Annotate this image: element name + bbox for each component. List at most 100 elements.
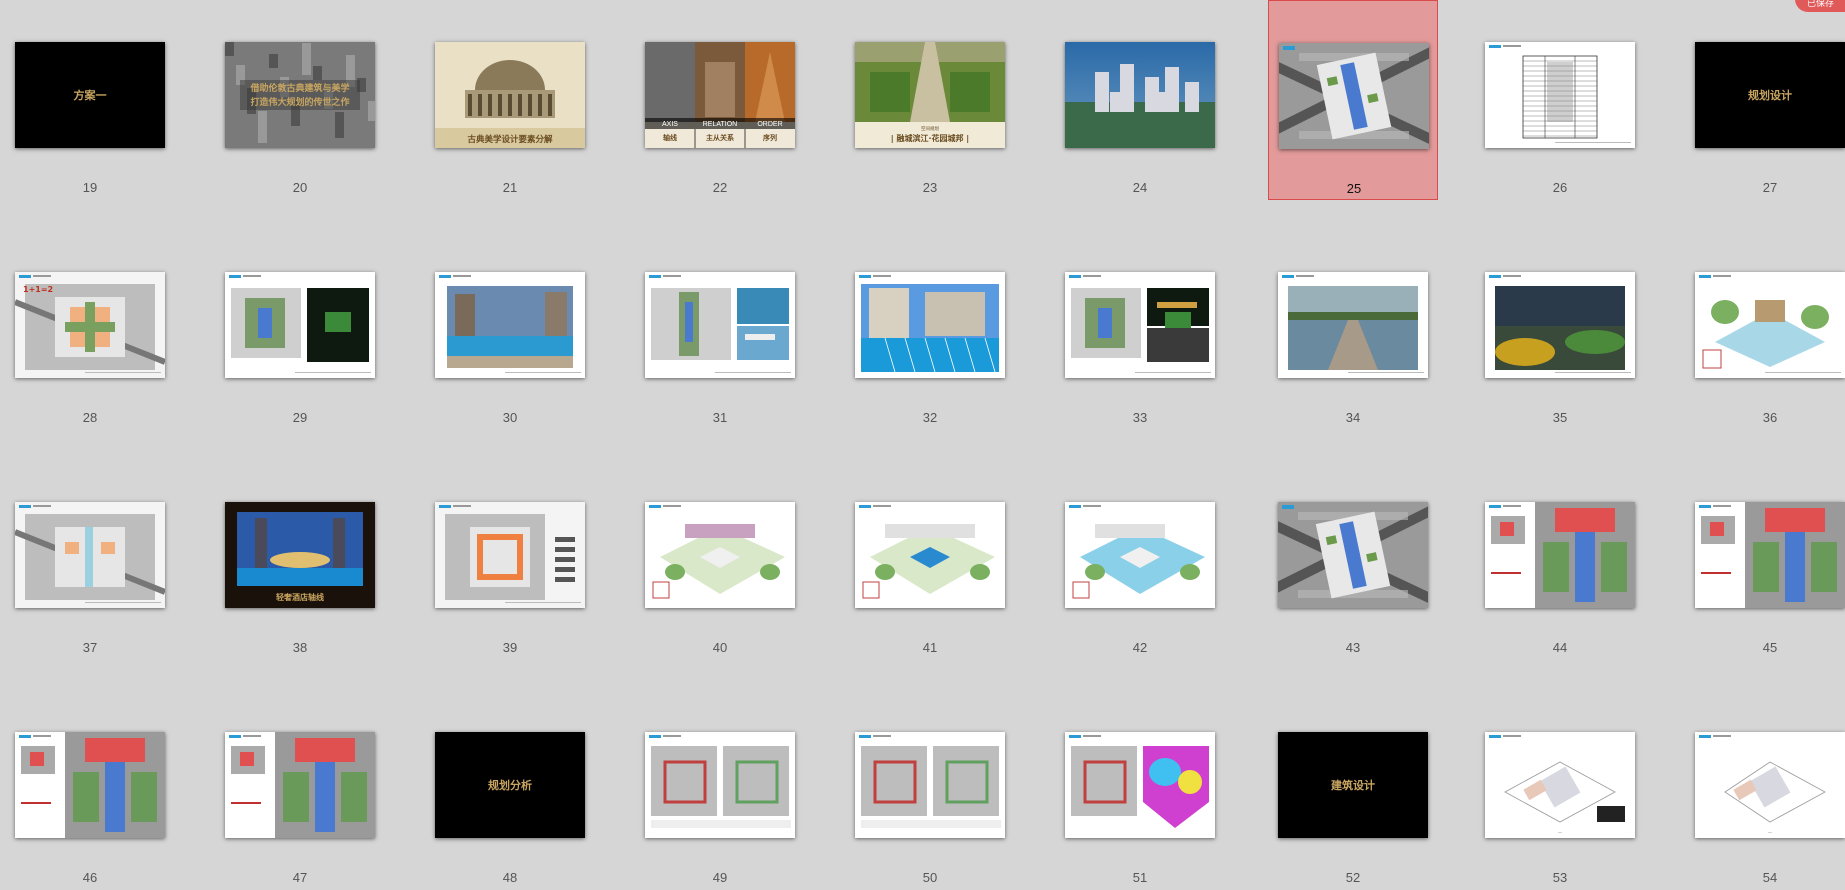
slide-preview[interactable] bbox=[645, 732, 795, 838]
slide-sorter-grid: 方案一 19 借助伦敦古典建筑与美学 打造伟大规划的传世之作 20 古典美学设计要素分解 2… bbox=[0, 0, 1845, 885]
slide-preview[interactable] bbox=[645, 502, 795, 608]
svg-text:规划分析: 规划分析 bbox=[488, 778, 532, 792]
slide-thumbnail-53[interactable]: — 53 bbox=[1470, 690, 1640, 890]
slide-preview[interactable] bbox=[1485, 272, 1635, 378]
svg-text:序列: 序列 bbox=[762, 133, 777, 142]
svg-text:| 融城滨江·花园城邦 |: | 融城滨江·花园城邦 | bbox=[891, 133, 969, 143]
slide-preview[interactable]: AXIS RELATION ORDER 轴线 主从关系 序列 bbox=[645, 42, 795, 148]
slide-preview[interactable]: — bbox=[1695, 732, 1845, 838]
slide-number: 42 bbox=[1132, 640, 1148, 655]
slide-preview[interactable] bbox=[1065, 502, 1215, 608]
slide-number: 50 bbox=[922, 870, 938, 885]
slide-preview[interactable] bbox=[1485, 42, 1635, 148]
slide-preview[interactable]: 古典美学设计要素分解 bbox=[435, 42, 585, 148]
slide-number: 21 bbox=[502, 180, 518, 195]
slide-thumbnail-40[interactable]: 40 bbox=[630, 460, 800, 660]
svg-text:AXIS: AXIS bbox=[662, 121, 678, 128]
slide-number: 40 bbox=[712, 640, 728, 655]
svg-text:空间规划: 空间规划 bbox=[921, 125, 939, 132]
slide-preview[interactable]: 建筑设计 bbox=[1278, 732, 1428, 838]
slide-thumbnail-38[interactable]: 轻奢酒店轴线 38 bbox=[210, 460, 380, 660]
slide-thumbnail-45[interactable]: 45 bbox=[1680, 460, 1845, 660]
slide-preview[interactable] bbox=[1279, 43, 1429, 149]
slide-thumbnail-39[interactable]: 39 bbox=[420, 460, 590, 660]
slide-number: 25 bbox=[1346, 181, 1362, 196]
slide-preview[interactable] bbox=[15, 502, 165, 608]
slide-thumbnail-44[interactable]: 44 bbox=[1470, 460, 1640, 660]
slide-preview[interactable] bbox=[855, 732, 1005, 838]
slide-thumbnail-24[interactable]: 24 bbox=[1050, 0, 1220, 200]
slide-preview[interactable]: 轻奢酒店轴线 bbox=[225, 502, 375, 608]
slide-thumbnail-21[interactable]: 古典美学设计要素分解 21 bbox=[420, 0, 590, 200]
slide-thumbnail-26[interactable]: 26 bbox=[1470, 0, 1640, 200]
slide-thumbnail-29[interactable]: 29 bbox=[210, 230, 380, 430]
slide-preview[interactable] bbox=[435, 272, 585, 378]
slide-number: 37 bbox=[82, 640, 98, 655]
slide-thumbnail-33[interactable]: 33 bbox=[1050, 230, 1220, 430]
slide-number: 47 bbox=[292, 870, 308, 885]
corner-badge[interactable]: 已保存 bbox=[1795, 0, 1845, 12]
slide-thumbnail-49[interactable]: 49 bbox=[630, 690, 800, 890]
slide-number: 46 bbox=[82, 870, 98, 885]
slide-thumbnail-31[interactable]: 31 bbox=[630, 230, 800, 430]
slide-preview[interactable]: — bbox=[1485, 732, 1635, 838]
slide-thumbnail-28[interactable]: 1+1=2 28 bbox=[0, 230, 170, 430]
svg-text:规划设计: 规划设计 bbox=[1748, 88, 1792, 102]
svg-text:建筑设计: 建筑设计 bbox=[1331, 778, 1375, 792]
slide-thumbnail-22[interactable]: AXIS RELATION ORDER 轴线 主从关系 序列 22 bbox=[630, 0, 800, 200]
slide-thumbnail-37[interactable]: 37 bbox=[0, 460, 170, 660]
slide-number: 49 bbox=[712, 870, 728, 885]
slide-preview[interactable]: 借助伦敦古典建筑与美学 打造伟大规划的传世之作 bbox=[225, 42, 375, 148]
slide-thumbnail-20[interactable]: 借助伦敦古典建筑与美学 打造伟大规划的传世之作 20 bbox=[210, 0, 380, 200]
slide-number: 28 bbox=[82, 410, 98, 425]
slide-preview[interactable]: 方案一 bbox=[15, 42, 165, 148]
slide-thumbnail-30[interactable]: 30 bbox=[420, 230, 590, 430]
slide-thumbnail-50[interactable]: 50 bbox=[840, 690, 1010, 890]
slide-thumbnail-43[interactable]: 43 bbox=[1263, 460, 1433, 660]
slide-preview[interactable] bbox=[1278, 272, 1428, 378]
slide-preview[interactable]: 空间规划 | 融城滨江·花园城邦 | bbox=[855, 42, 1005, 148]
slide-thumbnail-25[interactable]: 25 bbox=[1268, 0, 1438, 200]
slide-thumbnail-34[interactable]: 34 bbox=[1263, 230, 1433, 430]
svg-text:打造伟大规划的传世之作: 打造伟大规划的传世之作 bbox=[250, 96, 349, 108]
slide-preview[interactable] bbox=[15, 732, 165, 838]
slide-preview[interactable] bbox=[1065, 42, 1215, 148]
slide-preview[interactable] bbox=[1695, 502, 1845, 608]
slide-thumbnail-27[interactable]: 规划设计 27 bbox=[1680, 0, 1845, 200]
slide-preview[interactable]: 规划分析 bbox=[435, 732, 585, 838]
slide-thumbnail-32[interactable]: 32 bbox=[840, 230, 1010, 430]
slide-thumbnail-54[interactable]: — 54 bbox=[1680, 690, 1845, 890]
svg-text:借助伦敦古典建筑与美学: 借助伦敦古典建筑与美学 bbox=[249, 82, 349, 94]
slide-preview[interactable] bbox=[1485, 502, 1635, 608]
slide-thumbnail-51[interactable]: 51 bbox=[1050, 690, 1220, 890]
slide-preview[interactable] bbox=[225, 732, 375, 838]
slide-preview[interactable] bbox=[1278, 502, 1428, 608]
slide-preview[interactable] bbox=[1065, 272, 1215, 378]
slide-thumbnail-48[interactable]: 规划分析 48 bbox=[420, 690, 590, 890]
slide-preview[interactable] bbox=[645, 272, 795, 378]
slide-thumbnail-35[interactable]: 35 bbox=[1470, 230, 1640, 430]
slide-thumbnail-19[interactable]: 方案一 19 bbox=[0, 0, 170, 200]
slide-preview[interactable] bbox=[1065, 732, 1215, 838]
slide-number: 53 bbox=[1552, 870, 1568, 885]
slide-thumbnail-42[interactable]: 42 bbox=[1050, 460, 1220, 660]
slide-preview[interactable]: 1+1=2 bbox=[15, 272, 165, 378]
slide-number: 41 bbox=[922, 640, 938, 655]
slide-thumbnail-52[interactable]: 建筑设计 52 bbox=[1263, 690, 1433, 890]
slide-thumbnail-36[interactable]: 36 bbox=[1680, 230, 1845, 430]
slide-preview[interactable] bbox=[855, 502, 1005, 608]
slide-number: 30 bbox=[502, 410, 518, 425]
slide-thumbnail-41[interactable]: 41 bbox=[840, 460, 1010, 660]
slide-thumbnail-46[interactable]: 46 bbox=[0, 690, 170, 890]
slide-thumbnail-23[interactable]: 空间规划 | 融城滨江·花园城邦 | 23 bbox=[840, 0, 1010, 200]
slide-preview[interactable] bbox=[225, 272, 375, 378]
slide-preview[interactable] bbox=[1695, 272, 1845, 378]
slide-thumbnail-47[interactable]: 47 bbox=[210, 690, 380, 890]
svg-text:—: — bbox=[1558, 829, 1562, 834]
slide-preview[interactable]: 规划设计 bbox=[1695, 42, 1845, 148]
slide-preview[interactable] bbox=[435, 502, 585, 608]
slide-number: 34 bbox=[1345, 410, 1361, 425]
slide-number: 35 bbox=[1552, 410, 1568, 425]
slide-preview[interactable] bbox=[855, 272, 1005, 378]
svg-text:轴线: 轴线 bbox=[663, 133, 677, 142]
